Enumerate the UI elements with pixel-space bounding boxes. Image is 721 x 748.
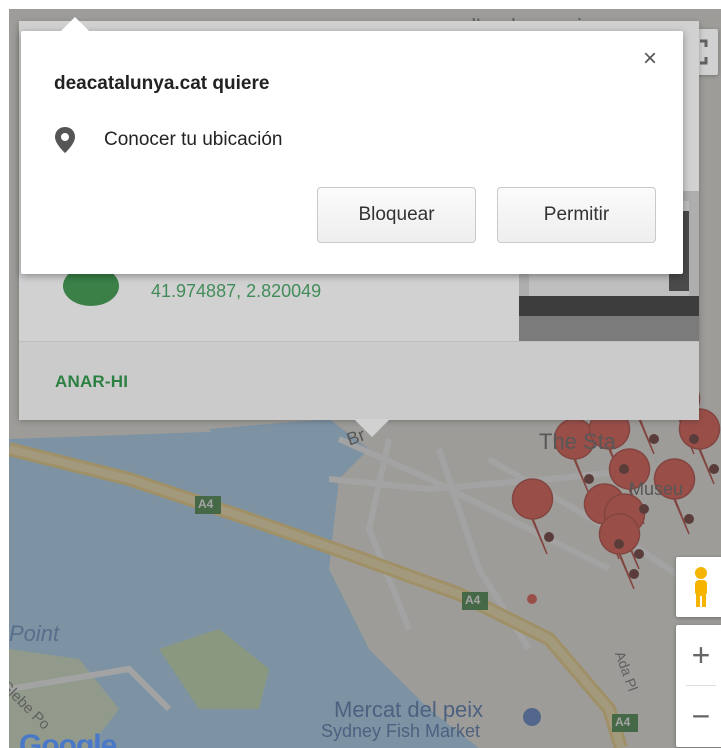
street-view-pegman[interactable] [676, 557, 721, 617]
allow-button[interactable]: Permitir [497, 187, 656, 243]
close-button[interactable]: × [643, 47, 657, 71]
pegman-icon [695, 567, 707, 607]
zoom-control: + − [676, 625, 721, 747]
popup-notch [61, 17, 89, 31]
location-pin-icon [55, 127, 75, 153]
google-logo: Google [19, 729, 117, 748]
permission-label: Conocer tu ubicación [104, 129, 283, 150]
zoom-in-button[interactable]: + [676, 625, 721, 685]
zoom-out-button[interactable]: − [676, 686, 721, 746]
block-button[interactable]: Bloquear [317, 187, 476, 243]
popup-title: deacatalunya.cat quiere [54, 73, 270, 94]
location-permission-popup: deacatalunya.cat quiere × Conocer tu ubi… [21, 17, 683, 274]
